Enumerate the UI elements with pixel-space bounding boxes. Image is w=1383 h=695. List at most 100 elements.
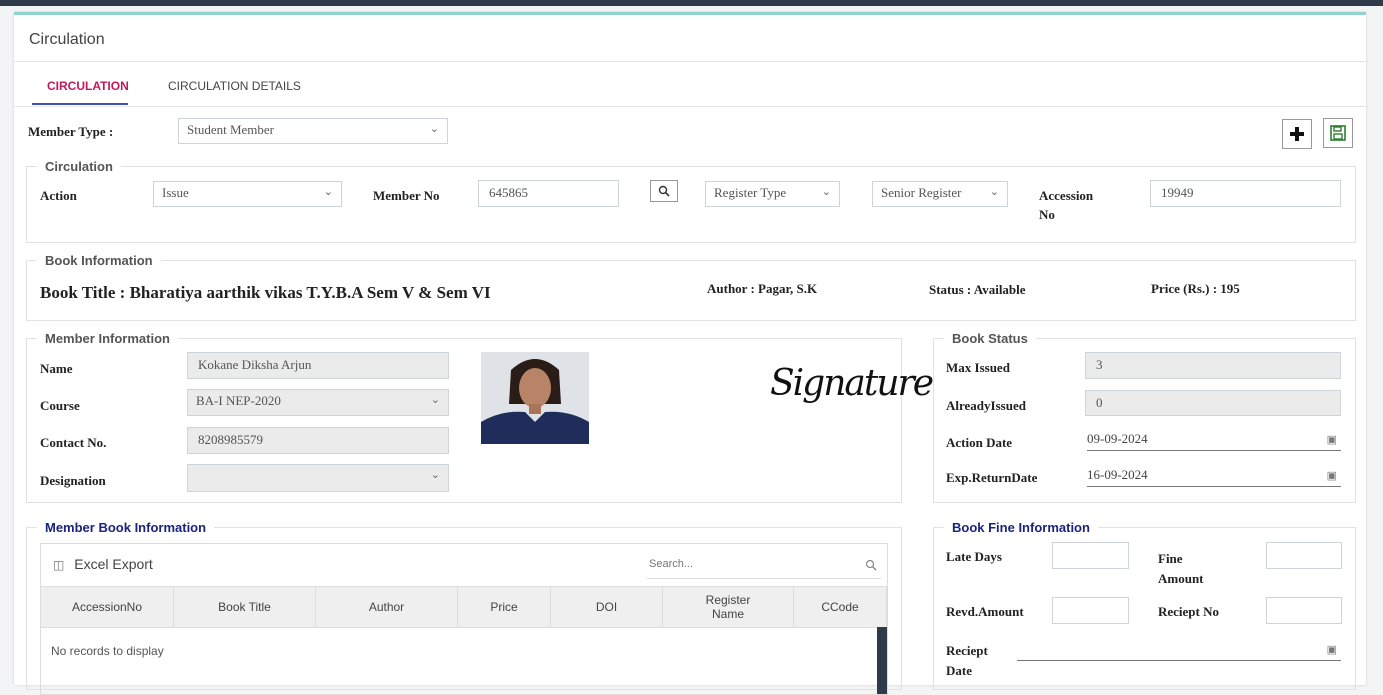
chevron-down-icon: ⌄ (429, 123, 439, 135)
name-field: Kokane Diksha Arjun (187, 352, 449, 379)
action-value: Issue (162, 185, 189, 200)
signature-image: Signature (770, 363, 934, 404)
member-type-select[interactable]: Student Member ⌄ (178, 118, 448, 144)
reciept-date-label-line1: Reciept (946, 643, 988, 658)
column-header-price[interactable]: Price (458, 587, 551, 627)
grid-toolbar: ◫ Excel Export (41, 544, 887, 587)
member-search-button[interactable] (650, 180, 678, 202)
action-date-label: Action Date (946, 435, 1013, 450)
reciept-date-label: Reciept Date (946, 641, 988, 681)
fine-amount-label-line1: Fine (1158, 551, 1183, 566)
fine-amount-label-line2: Amount (1158, 571, 1204, 586)
add-button[interactable] (1282, 119, 1312, 149)
accession-label-line2: No (1039, 207, 1055, 222)
excel-export-label: Excel Export (74, 556, 153, 572)
register-type-select[interactable]: Register Type ⌄ (705, 181, 840, 207)
name-label: Name (40, 361, 73, 376)
contact-field: 8208985579 (187, 427, 449, 454)
circulation-panel: Circulation CIRCULATION CIRCULATION DETA… (14, 12, 1366, 695)
reciept-no-input[interactable] (1266, 597, 1342, 624)
exp-return-date-input[interactable]: 16-09-2024 ▣ (1087, 465, 1341, 487)
book-title: Book Title : Bharatiya aarthik vikas T.Y… (40, 283, 491, 302)
member-info-fieldset: Member Information (26, 331, 902, 503)
late-days-label: Late Days (946, 549, 1002, 564)
designation-select[interactable]: ⌄ (187, 464, 449, 492)
chevron-down-icon: ⌄ (821, 186, 831, 198)
member-no-input[interactable]: 645865 (478, 180, 619, 207)
tab-circulation[interactable]: CIRCULATION (47, 79, 129, 93)
revd-amount-input[interactable] (1052, 597, 1129, 624)
reciept-date-input[interactable]: ▣ (1017, 639, 1341, 661)
column-header-accession-no[interactable]: AccessionNo (41, 587, 174, 627)
action-label: Action (40, 188, 77, 203)
action-select[interactable]: Issue ⌄ (153, 181, 342, 207)
max-issued-label: Max Issued (946, 360, 1010, 375)
course-value: BA-I NEP-2020 (196, 393, 281, 408)
chevron-down-icon: ⌄ (430, 394, 440, 406)
person-photo-icon (481, 352, 589, 444)
member-type-label: Member Type : (28, 124, 114, 139)
member-book-grid: ◫ Excel Export AccessionNo Book Title Au… (40, 543, 888, 695)
column-header-ccode[interactable]: CCode (794, 587, 887, 627)
accession-label-line1: Accession (1039, 188, 1094, 203)
chevron-down-icon: ⌄ (430, 469, 440, 481)
fine-amount-label: Fine Amount (1158, 549, 1204, 589)
divider (14, 61, 1366, 62)
member-book-info-legend: Member Book Information (45, 520, 207, 535)
divider (14, 106, 1366, 107)
plus-icon (1290, 127, 1304, 141)
revd-amount-label: Revd.Amount (946, 604, 1024, 619)
accession-label: Accession No (1039, 188, 1093, 225)
calendar-icon[interactable]: ▣ (1327, 469, 1337, 482)
save-button[interactable] (1323, 118, 1353, 148)
member-no-label: Member No (373, 188, 440, 203)
register-select[interactable]: Senior Register ⌄ (872, 181, 1008, 207)
grid-empty-message: No records to display (51, 644, 164, 658)
grid-search-input[interactable] (647, 552, 851, 571)
calendar-icon[interactable]: ▣ (1327, 433, 1337, 446)
calendar-icon[interactable]: ▣ (1327, 643, 1337, 656)
top-bar (0, 0, 1383, 6)
reciept-date-label-line2: Date (946, 663, 972, 678)
search-icon (658, 185, 670, 197)
circulation-legend: Circulation (45, 159, 113, 174)
grid-header: AccessionNo Book Title Author Price DOI … (41, 587, 887, 628)
member-photo (481, 352, 589, 444)
column-header-register-name[interactable]: Register Name (663, 587, 794, 627)
book-status-legend: Book Status (952, 331, 1028, 346)
page-title: Circulation (29, 31, 105, 48)
fine-amount-input[interactable] (1266, 542, 1342, 569)
column-header-author[interactable]: Author (316, 587, 458, 627)
tab-circulation-details[interactable]: CIRCULATION DETAILS (168, 79, 301, 93)
book-status: Status : Available (929, 282, 1026, 297)
exp-return-date-label: Exp.ReturnDate (946, 470, 1038, 485)
grid-scrollbar[interactable] (877, 627, 887, 694)
designation-label: Designation (40, 473, 106, 488)
accession-no-input[interactable]: 19949 (1150, 180, 1341, 207)
action-date-value: 09-09-2024 (1087, 431, 1148, 446)
course-label: Course (40, 398, 80, 413)
max-issued-field: 3 (1085, 352, 1341, 379)
book-info-legend: Book Information (45, 253, 153, 268)
book-author: Author : Pagar, S.K (707, 281, 818, 296)
chevron-down-icon: ⌄ (323, 186, 333, 198)
course-select[interactable]: BA-I NEP-2020 ⌄ (187, 389, 449, 416)
register-type-value: Register Type (714, 185, 787, 200)
member-type-value: Student Member (187, 122, 275, 137)
exp-return-date-value: 16-09-2024 (1087, 467, 1148, 482)
column-header-doi[interactable]: DOI (551, 587, 663, 627)
search-icon (865, 559, 877, 571)
active-tab-indicator (32, 103, 128, 105)
grid-search[interactable] (647, 552, 881, 579)
member-info-legend: Member Information (45, 331, 170, 346)
action-date-input[interactable]: 09-09-2024 ▣ (1087, 429, 1341, 451)
register-value: Senior Register (881, 185, 962, 200)
excel-export-button[interactable]: ◫ Excel Export (53, 556, 153, 572)
chevron-down-icon: ⌄ (989, 186, 999, 198)
column-header-book-title[interactable]: Book Title (174, 587, 316, 627)
book-price: Price (Rs.) : 195 (1151, 281, 1240, 296)
already-issued-label: AlreadyIssued (946, 398, 1026, 413)
late-days-input[interactable] (1052, 542, 1129, 569)
reciept-no-label: Reciept No (1158, 604, 1220, 619)
floppy-disk-icon (1330, 125, 1346, 141)
